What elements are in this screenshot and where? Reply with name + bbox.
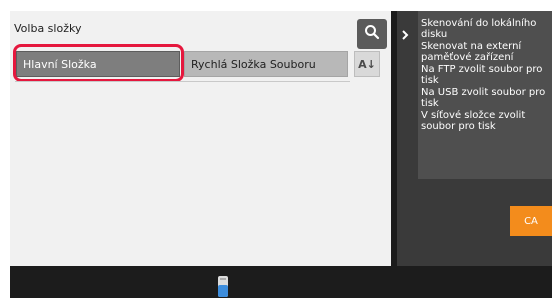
- action-usb-print[interactable]: Na USB zvolit soubor pro tisk: [418, 87, 552, 109]
- page-title: Volba složky: [14, 22, 82, 35]
- screen: Volba složky Hlavní Složka Rychlá Složka…: [10, 11, 552, 298]
- chevron-right-icon[interactable]: [401, 29, 410, 41]
- action-ftp-print[interactable]: Na FTP zvolit soubor pro tisk: [418, 64, 552, 86]
- tab-quick-file-folder[interactable]: Rychlá Složka Souboru: [184, 51, 348, 77]
- search-button[interactable]: [357, 19, 387, 49]
- action-panel: Skenování do lokálního disku Skenovat na…: [397, 11, 552, 266]
- action-list: Skenování do lokálního disku Skenovat na…: [418, 11, 552, 179]
- divider: [15, 81, 350, 82]
- folder-selection-panel: Volba složky Hlavní Složka Rychlá Složka…: [10, 11, 391, 266]
- ca-button[interactable]: CA: [510, 206, 552, 236]
- sort-az-icon: A↓: [358, 57, 376, 71]
- action-scan-to-external-memory[interactable]: Skenovat na externí paměťové zařízení: [418, 41, 552, 63]
- action-network-folder-print[interactable]: V síťové složce zvolit soubor pro tisk: [418, 110, 552, 132]
- sort-button[interactable]: A↓: [354, 51, 380, 77]
- search-icon: [364, 24, 380, 44]
- job-status-icon[interactable]: [217, 275, 229, 298]
- selection-highlight: [13, 44, 184, 82]
- action-scan-to-local-disk[interactable]: Skenování do lokálního disku: [418, 18, 552, 40]
